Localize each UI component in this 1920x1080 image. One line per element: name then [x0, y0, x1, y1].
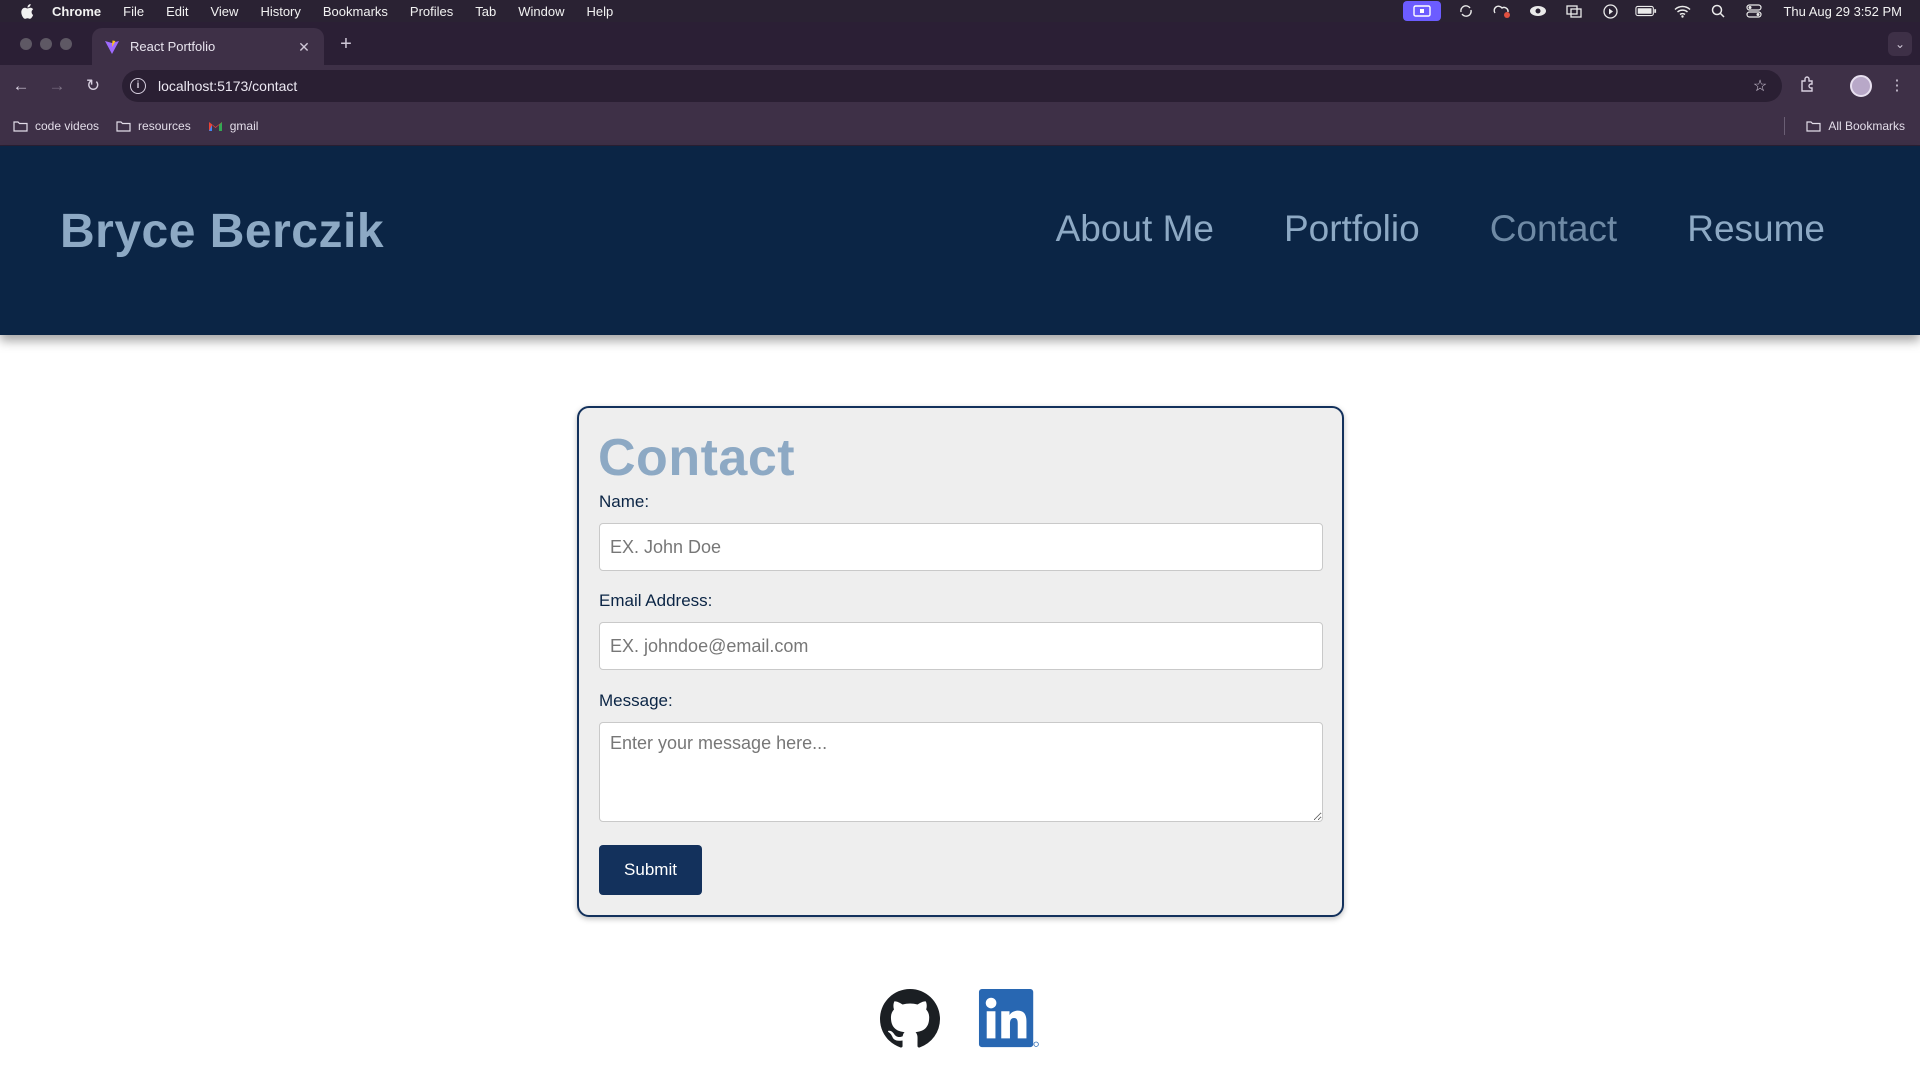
- minimize-window-button[interactable]: [40, 38, 52, 50]
- browser-toolbar: ← → ↻ i localhost:5173/contact ☆ ⋮: [0, 65, 1920, 106]
- menu-help[interactable]: Help: [587, 4, 614, 19]
- control-center-icon[interactable]: [1743, 3, 1765, 19]
- apple-icon[interactable]: [19, 3, 35, 19]
- tab-title: React Portfolio: [130, 39, 216, 54]
- menu-profiles[interactable]: Profiles: [410, 4, 453, 19]
- reload-icon[interactable]: ↻: [82, 75, 104, 97]
- menu-tab[interactable]: Tab: [475, 4, 496, 19]
- gmail-icon: [208, 121, 222, 131]
- menu-edit[interactable]: Edit: [166, 4, 188, 19]
- tab-close-icon[interactable]: ✕: [296, 39, 312, 55]
- nav-contact[interactable]: Contact: [1490, 208, 1618, 250]
- menubar-clock[interactable]: Thu Aug 29 3:52 PM: [1783, 4, 1902, 19]
- menu-bookmarks[interactable]: Bookmarks: [323, 4, 388, 19]
- linkedin-icon: [978, 988, 1039, 1048]
- menu-window[interactable]: Window: [518, 4, 564, 19]
- all-bookmarks-button[interactable]: All Bookmarks: [1806, 106, 1905, 146]
- message-textarea[interactable]: [599, 722, 1323, 822]
- window-controls: [20, 38, 80, 50]
- email-input[interactable]: [599, 622, 1323, 670]
- zoom-window-button[interactable]: [60, 38, 72, 50]
- name-label: Name:: [599, 492, 650, 511]
- message-label: Message:: [599, 691, 673, 710]
- site-brand[interactable]: Bryce Berczik: [60, 204, 384, 259]
- play-icon[interactable]: [1599, 3, 1621, 19]
- bookmarks-bar: code videos resources gmail All Bookmark…: [0, 106, 1920, 146]
- battery-icon[interactable]: [1635, 3, 1657, 19]
- site-info-icon[interactable]: i: [130, 78, 146, 94]
- screen-share-icon[interactable]: [1403, 1, 1442, 21]
- bookmarks-divider: [1784, 117, 1785, 135]
- menu-history[interactable]: History: [260, 4, 300, 19]
- menubar-status-area: Thu Aug 29 3:52 PM: [1403, 0, 1920, 22]
- bookmark-folder-resources[interactable]: resources: [116, 119, 191, 133]
- contact-heading: Contact: [598, 429, 796, 487]
- bookmark-folder-code-videos[interactable]: code videos: [13, 119, 99, 133]
- email-label: Email Address:: [599, 591, 713, 610]
- contact-form-card: Contact Name: Email Address: Message: Su…: [577, 406, 1344, 917]
- cloud-status-icon[interactable]: [1491, 3, 1513, 19]
- nav-portfolio[interactable]: Portfolio: [1284, 208, 1420, 250]
- browser-tab-active[interactable]: React Portfolio ✕: [92, 28, 324, 65]
- menu-view[interactable]: View: [210, 4, 238, 19]
- site-nav: About Me Portfolio Contact Resume: [986, 208, 1825, 250]
- bookmark-label: code videos: [35, 118, 100, 133]
- address-bar[interactable]: i localhost:5173/contact ☆: [122, 70, 1782, 102]
- linkedin-link[interactable]: [978, 988, 1040, 1050]
- forward-arrow-icon[interactable]: →: [46, 75, 68, 97]
- bookmark-gmail[interactable]: gmail: [208, 118, 259, 133]
- github-icon: [880, 989, 940, 1048]
- submit-button[interactable]: Submit: [599, 845, 702, 895]
- bookmark-label: resources: [138, 118, 191, 133]
- web-page: Bryce Berczik About Me Portfolio Contact…: [0, 146, 1920, 1080]
- vite-favicon-icon: [104, 39, 120, 55]
- menu-file[interactable]: File: [123, 4, 144, 19]
- profile-avatar-icon[interactable]: [1850, 75, 1872, 97]
- tab-search-chevron-icon[interactable]: ⌄: [1888, 32, 1912, 56]
- wifi-icon[interactable]: [1671, 3, 1693, 19]
- bookmark-star-icon[interactable]: ☆: [1750, 76, 1770, 96]
- new-tab-button[interactable]: +: [336, 34, 356, 54]
- site-header: Bryce Berczik About Me Portfolio Contact…: [0, 146, 1920, 335]
- menu-app-name[interactable]: Chrome: [52, 4, 101, 19]
- close-window-button[interactable]: [20, 38, 32, 50]
- sync-icon[interactable]: [1455, 3, 1477, 19]
- spotlight-search-icon[interactable]: [1707, 3, 1729, 19]
- all-bookmarks-label: All Bookmarks: [1828, 119, 1905, 133]
- extensions-puzzle-icon[interactable]: [1797, 75, 1819, 97]
- browser-tab-bar: React Portfolio ✕ + ⌄: [0, 22, 1920, 65]
- display-icon[interactable]: [1563, 3, 1585, 19]
- macos-menu-bar: Chrome File Edit View History Bookmarks …: [0, 0, 1920, 22]
- folder-icon: [1806, 121, 1821, 132]
- name-input[interactable]: [599, 523, 1323, 571]
- nav-about-me[interactable]: About Me: [1056, 208, 1214, 250]
- address-url[interactable]: localhost:5173/contact: [158, 78, 1750, 94]
- github-link[interactable]: [879, 988, 941, 1050]
- nav-resume[interactable]: Resume: [1687, 208, 1825, 250]
- folder-icon: [13, 120, 28, 132]
- back-arrow-icon[interactable]: ←: [10, 75, 32, 97]
- folder-icon: [116, 120, 131, 132]
- bookmark-label: gmail: [229, 118, 259, 133]
- kebab-menu-icon[interactable]: ⋮: [1886, 75, 1908, 97]
- eye-icon[interactable]: [1527, 3, 1549, 19]
